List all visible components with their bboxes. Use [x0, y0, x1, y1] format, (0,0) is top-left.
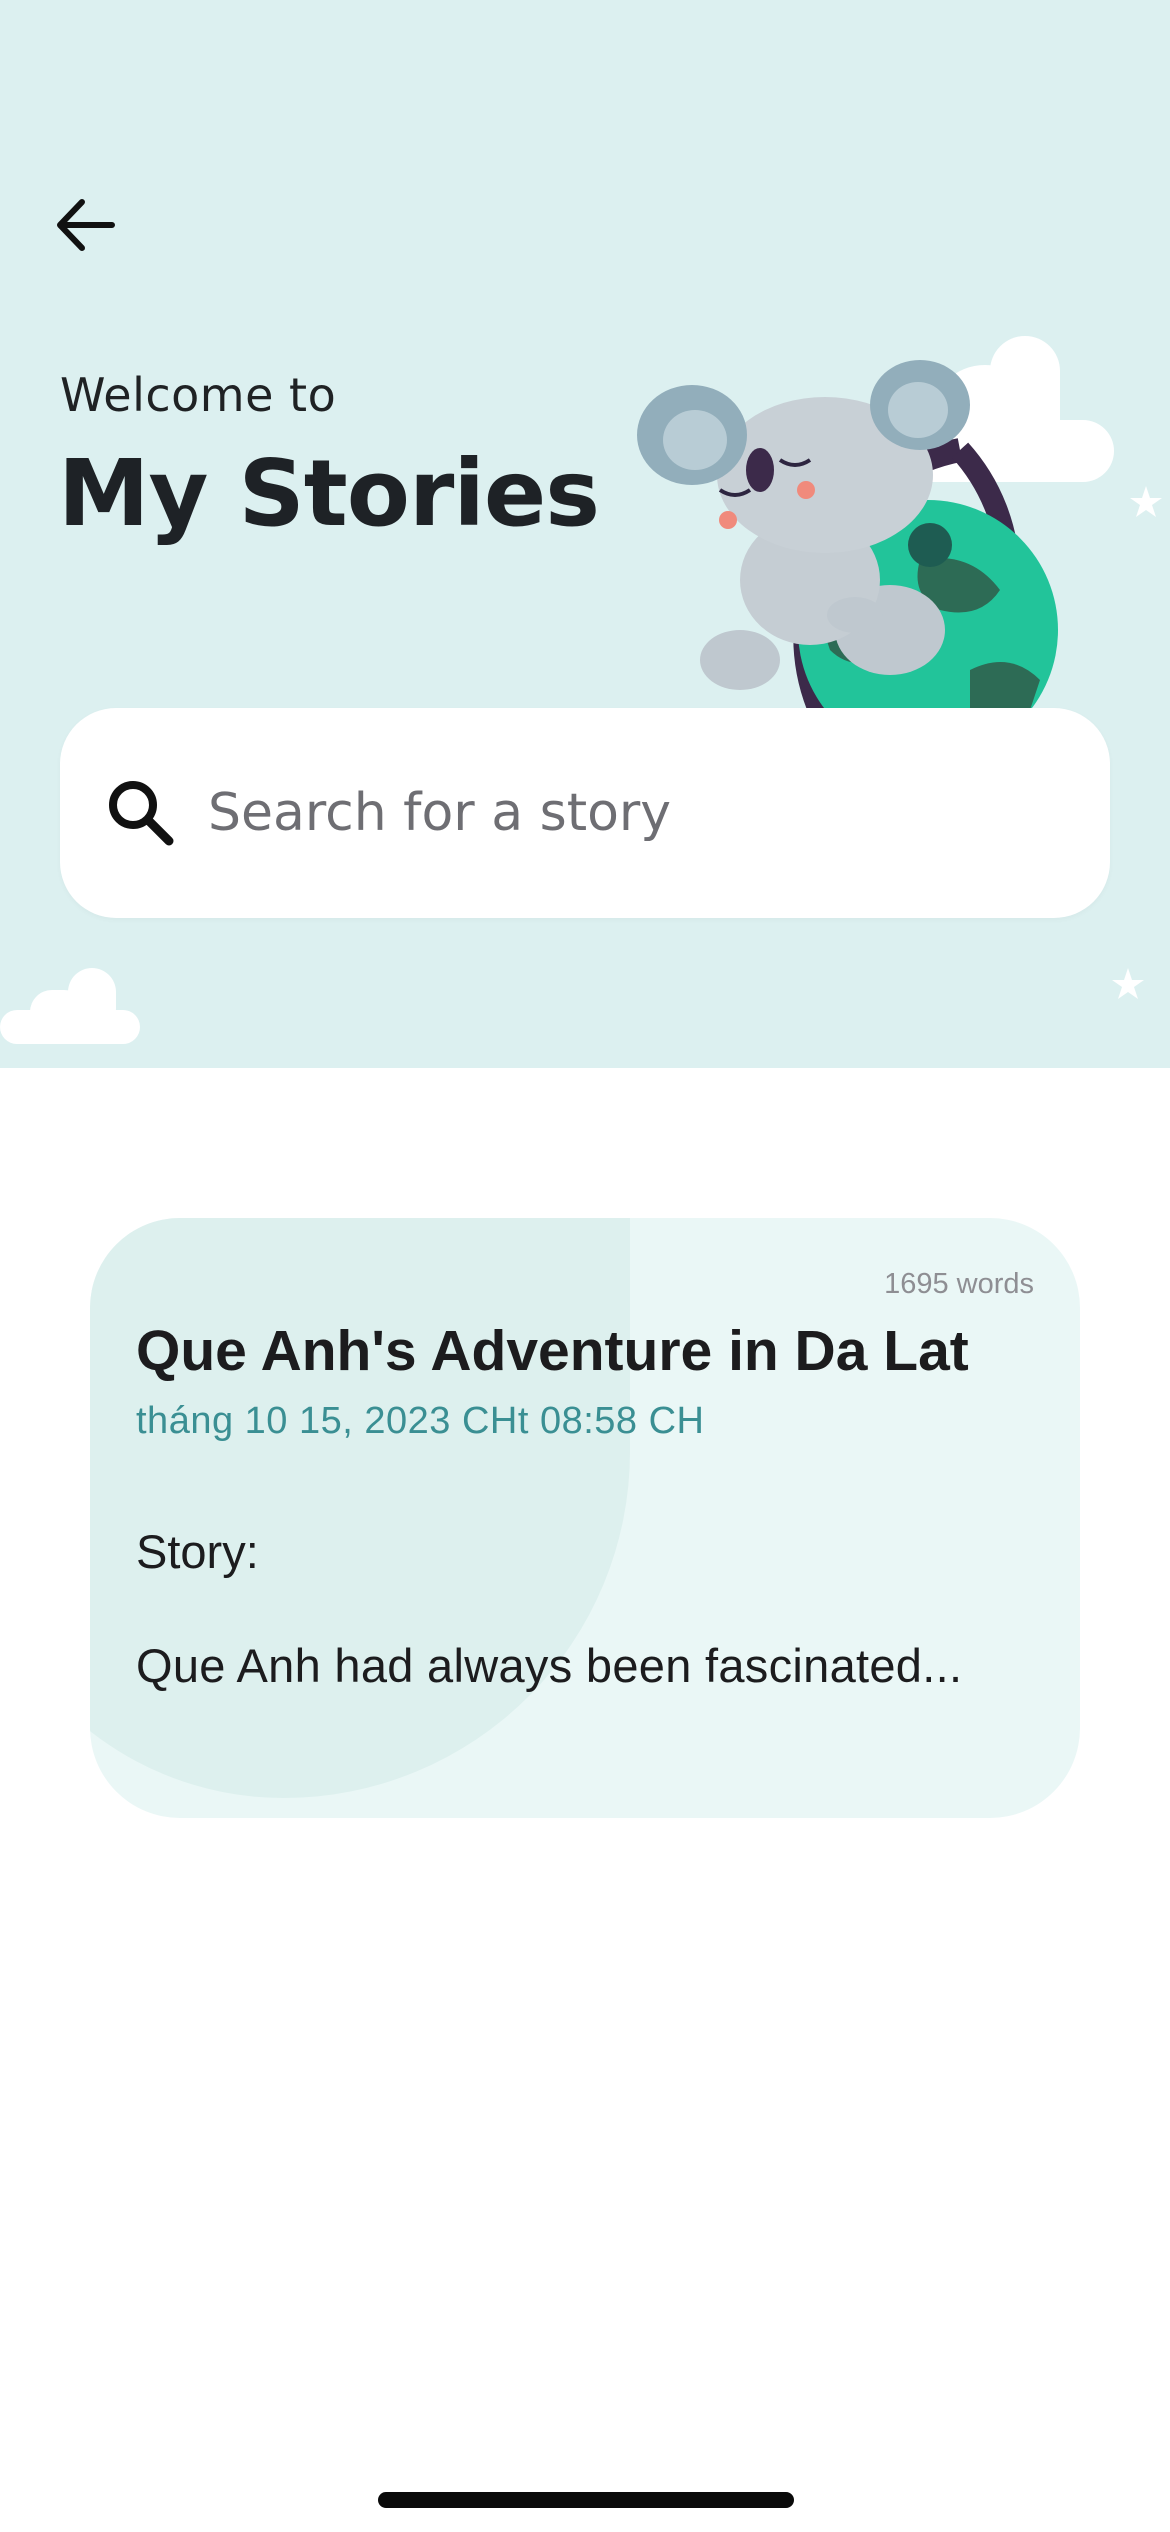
back-button[interactable] [40, 180, 130, 270]
page-title: My Stories [58, 440, 600, 547]
story-title: Que Anh's Adventure in Da Lat [136, 1319, 969, 1383]
search-input[interactable] [208, 783, 1008, 843]
story-excerpt: Que Anh had always been fascinated... [136, 1639, 963, 1692]
search-bar[interactable] [60, 708, 1110, 918]
story-card[interactable]: 1695 words Que Anh's Adventure in Da Lat… [90, 1218, 1080, 1818]
header-banner: Welcome to My Stories [0, 0, 1170, 1068]
search-icon [96, 768, 186, 858]
star-icon [1112, 968, 1144, 999]
story-date: tháng 10 15, 2023 CHt 08:58 CH [136, 1400, 705, 1442]
koala-globe-illustration [637, 360, 1058, 710]
story-label: Story: [136, 1525, 259, 1578]
welcome-text: Welcome to [60, 368, 337, 422]
card-decoration [90, 1218, 630, 1798]
word-count: 1695 words [884, 1268, 1034, 1300]
arrow-left-icon [57, 199, 115, 251]
home-indicator [378, 2492, 794, 2508]
